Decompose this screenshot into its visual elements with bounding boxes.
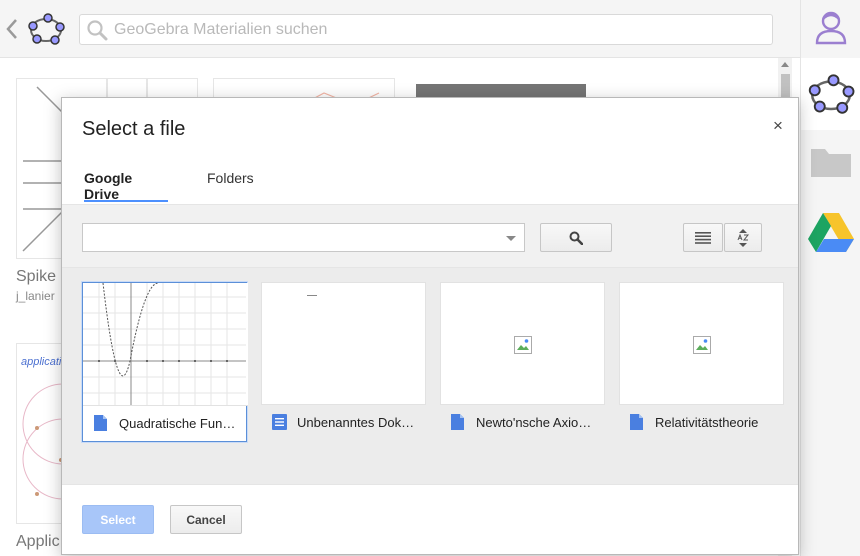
file-tile[interactable]: Unbenanntes Dok… bbox=[261, 282, 426, 442]
material-card-label: application bbox=[21, 356, 62, 368]
blank-doc-thumbnail bbox=[307, 295, 317, 296]
geogebra-logo-icon[interactable] bbox=[26, 11, 66, 47]
material-search-input[interactable] bbox=[114, 18, 754, 41]
file-picker-dialog: Select a file × Google Drive Folders Qua… bbox=[61, 97, 799, 555]
file-thumbnail bbox=[83, 283, 248, 406]
google-doc-icon bbox=[272, 414, 287, 430]
top-bar bbox=[0, 0, 800, 58]
document-icon bbox=[451, 414, 464, 430]
file-name: Unbenanntes Dok… bbox=[297, 415, 415, 430]
chevron-down-icon[interactable] bbox=[506, 236, 516, 241]
sort-button[interactable] bbox=[724, 223, 762, 252]
material-card[interactable]: application bbox=[16, 343, 62, 524]
geogebra-logo-icon bbox=[808, 74, 855, 114]
material-title[interactable]: Applic bbox=[16, 533, 60, 551]
file-tile[interactable]: Relativitätstheorie bbox=[619, 282, 784, 442]
dialog-footer: Select Cancel bbox=[62, 484, 798, 554]
file-tile[interactable]: Quadratische Funk… bbox=[82, 282, 248, 443]
rail-item-google-drive[interactable] bbox=[801, 206, 860, 258]
search-button[interactable] bbox=[540, 223, 612, 252]
parabola-graph-thumbnail bbox=[83, 283, 246, 405]
select-button[interactable]: Select bbox=[82, 505, 154, 534]
rail-item-folders[interactable] bbox=[801, 138, 860, 186]
broken-image-icon bbox=[514, 336, 532, 354]
file-tile[interactable]: Newto'nsche Axio… bbox=[440, 282, 605, 442]
file-name: Newto'nsche Axio… bbox=[476, 415, 592, 430]
tab-google-drive[interactable]: Google Drive bbox=[84, 170, 168, 202]
file-thumbnail bbox=[261, 282, 426, 405]
dialog-title: Select a file bbox=[82, 118, 186, 140]
document-icon bbox=[630, 414, 643, 430]
scroll-up-arrow-icon[interactable] bbox=[781, 62, 789, 67]
rail-item-geogebra[interactable] bbox=[801, 58, 860, 130]
material-author[interactable]: j_lanier bbox=[16, 289, 55, 303]
file-name: Quadratische Funk… bbox=[119, 416, 241, 431]
list-view-icon bbox=[695, 231, 711, 244]
file-meta: Newto'nsche Axio… bbox=[440, 405, 605, 442]
picker-toolbar bbox=[62, 204, 798, 268]
right-rail bbox=[800, 0, 860, 556]
list-view-button[interactable] bbox=[683, 223, 723, 252]
file-meta: Relativitätstheorie bbox=[619, 405, 784, 442]
search-combobox[interactable] bbox=[82, 223, 525, 252]
file-meta: Unbenanntes Dok… bbox=[261, 405, 426, 442]
search-icon bbox=[569, 231, 583, 245]
tab-folders[interactable]: Folders bbox=[207, 170, 267, 202]
document-icon bbox=[94, 415, 107, 431]
user-avatar-icon bbox=[815, 11, 847, 45]
close-icon[interactable]: × bbox=[768, 116, 788, 136]
sort-az-icon bbox=[737, 228, 750, 247]
file-grid: Quadratische Funk… Unbenanntes Dok… Newt… bbox=[62, 268, 798, 484]
broken-image-icon bbox=[693, 336, 711, 354]
material-thumbnail bbox=[22, 383, 62, 500]
profile-button[interactable] bbox=[801, 4, 860, 50]
material-search-box[interactable] bbox=[79, 14, 773, 45]
back-arrow-icon[interactable] bbox=[4, 17, 20, 41]
folder-icon bbox=[811, 149, 851, 177]
google-drive-icon bbox=[808, 213, 854, 252]
file-thumbnail bbox=[619, 282, 784, 405]
file-thumbnail bbox=[440, 282, 605, 405]
file-meta: Quadratische Funk… bbox=[83, 406, 248, 443]
search-icon bbox=[87, 20, 108, 41]
cancel-button[interactable]: Cancel bbox=[170, 505, 242, 534]
file-name: Relativitätstheorie bbox=[655, 415, 759, 430]
